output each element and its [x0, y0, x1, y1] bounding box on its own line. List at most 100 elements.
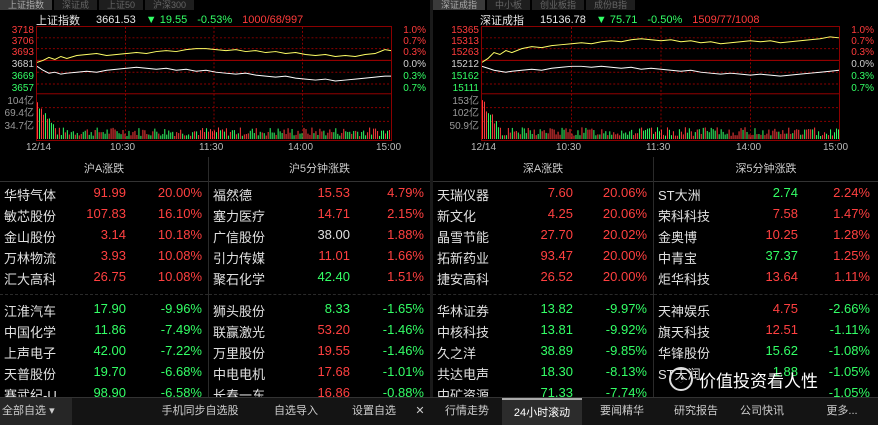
- stock-row[interactable]: 华特气体 91.99 20.00%: [0, 182, 208, 203]
- stock-row[interactable]: 华锋股份 15.62 -1.08%: [654, 340, 878, 361]
- tab-index-2[interactable]: 上证50: [99, 0, 144, 10]
- volume-bar: [363, 130, 365, 140]
- volume-bar: [373, 128, 375, 140]
- volume-bar: [188, 134, 190, 140]
- stock-row[interactable]: 联赢激光 53.20 -1.46%: [209, 319, 430, 340]
- ranking-title[interactable]: 深A涨跌: [433, 157, 653, 182]
- stock-row[interactable]: 广信股份 38.00 1.88%: [209, 224, 430, 245]
- volume-bar: [770, 135, 772, 140]
- stock-change-pct: 4.79%: [387, 185, 424, 200]
- volume-bar: [389, 130, 391, 140]
- wechat-logo-icon: ◔: [669, 367, 693, 391]
- volume-bar: [82, 131, 84, 140]
- volume-bar: [136, 134, 138, 140]
- stock-row[interactable]: 上声电子 42.00 -7.22%: [0, 340, 208, 361]
- stock-change-pct: 20.00%: [157, 185, 202, 200]
- volume-bar: [525, 133, 527, 140]
- stock-row[interactable]: 天神娱乐 4.75 -2.66%: [654, 298, 878, 319]
- tab-index-1[interactable]: 深证成: [54, 0, 98, 10]
- stock-row[interactable]: 中电电机 17.68 -1.01%: [209, 361, 430, 382]
- tab-index-0[interactable]: 深证成指: [433, 0, 486, 10]
- stock-row[interactable]: 汇大高科 26.75 10.08%: [0, 266, 208, 287]
- pct-tick: 0.7%: [851, 83, 874, 94]
- volume-bar: [385, 133, 387, 140]
- more-button[interactable]: 更多...: [810, 398, 874, 425]
- stock-change-pct: -1.11%: [829, 322, 870, 337]
- y-tick: 3657: [11, 83, 34, 94]
- tab-index-1[interactable]: 中小板: [487, 0, 531, 10]
- tab-index-3[interactable]: 成份B指: [586, 0, 636, 10]
- volume-bar: [499, 127, 501, 140]
- tab-market-trend[interactable]: 行情走势: [436, 398, 498, 425]
- volume-bar: [483, 101, 485, 140]
- stock-row[interactable]: 天普股份 19.70 -6.68%: [0, 361, 208, 382]
- tab-company-news[interactable]: 公司快讯: [730, 398, 794, 425]
- sz-index-chart-panel[interactable]: 深证成指 中小板 创业板指 成份B指 深证成指 15136.78 ▼ 75.71…: [433, 0, 878, 157]
- tab-index-2[interactable]: 创业板指: [532, 0, 585, 10]
- volume-bar: [307, 133, 309, 140]
- stock-row[interactable]: 新文化 4.25 20.06%: [433, 203, 653, 224]
- volume-bar: [503, 135, 505, 140]
- stock-row[interactable]: ST大洲 2.74 2.24%: [654, 182, 878, 203]
- tab-index-0[interactable]: 上证指数: [0, 0, 53, 10]
- stock-row[interactable]: 聚石化学 42.40 1.51%: [209, 266, 430, 287]
- tab-index-3[interactable]: 沪深300: [145, 0, 195, 10]
- volume-bar: [549, 128, 551, 140]
- stock-row[interactable]: 炬华科技 13.64 1.11%: [654, 266, 878, 287]
- tab-24h-rolling[interactable]: 24小时滚动: [502, 398, 582, 425]
- close-icon[interactable]: ✕: [410, 398, 430, 425]
- stock-row[interactable]: 狮头股份 8.33 -1.65%: [209, 298, 430, 319]
- stock-row[interactable]: 旗天科技 12.51 -1.11%: [654, 319, 878, 340]
- volume-bar: [337, 133, 339, 140]
- ranking-title[interactable]: 深5分钟涨跌: [654, 157, 878, 182]
- stock-row[interactable]: 中青宝 37.37 1.25%: [654, 245, 878, 266]
- stock-row[interactable]: 中国化学 11.86 -7.49%: [0, 319, 208, 340]
- stock-row[interactable]: 万里股份 19.55 -1.46%: [209, 340, 430, 361]
- intraday-plot[interactable]: [36, 26, 392, 141]
- stock-row[interactable]: 塞力医疗 14.71 2.15%: [209, 203, 430, 224]
- stock-row[interactable]: 捷安高科 26.52 20.00%: [433, 266, 653, 287]
- volume-bar: [814, 127, 816, 140]
- stock-row[interactable]: 晶雪节能 27.70 20.02%: [433, 224, 653, 245]
- stock-row[interactable]: 金奥博 10.25 1.28%: [654, 224, 878, 245]
- volume-bar: [766, 133, 768, 140]
- volume-tick: 104亿: [7, 96, 34, 107]
- sh-index-chart-panel[interactable]: 上证指数 深证成 上证50 沪深300 上证指数 3661.53 ▼ 19.55…: [0, 0, 430, 157]
- volume-bar: [365, 135, 367, 140]
- stock-row[interactable]: 荣科科技 7.58 1.47%: [654, 203, 878, 224]
- tab-news-highlights[interactable]: 要闻精华: [590, 398, 654, 425]
- volume-bar: [724, 134, 726, 140]
- stock-row[interactable]: 引力传媒 11.01 1.66%: [209, 245, 430, 266]
- stock-row[interactable]: 万林物流 3.93 10.08%: [0, 245, 208, 266]
- stock-row[interactable]: 中核科技 13.81 -9.92%: [433, 319, 653, 340]
- volume-bar: [639, 128, 641, 140]
- sync-watchlist-button[interactable]: 手机同步自选股: [150, 398, 250, 425]
- volume-bar: [664, 135, 666, 140]
- volume-bar: [623, 133, 625, 140]
- volume-bar: [190, 135, 192, 140]
- stock-row[interactable]: 久之洋 38.89 -9.85%: [433, 340, 653, 361]
- stock-row[interactable]: 拓新药业 93.47 20.00%: [433, 245, 653, 266]
- index-value: 3661.53: [96, 14, 136, 26]
- volume-bar: [631, 129, 633, 140]
- stock-row[interactable]: 天瑞仪器 7.60 20.06%: [433, 182, 653, 203]
- volume-bar: [383, 130, 385, 140]
- all-watchlist-button[interactable]: 全部自选 ▾: [0, 398, 72, 425]
- sh-ranking-panel: 沪A涨跌 华特气体 91.99 20.00% 敏芯股份 107.83 16.10% 金山股份 3…: [0, 157, 430, 403]
- stock-row[interactable]: 江淮汽车 17.90 -9.96%: [0, 298, 208, 319]
- ranking-title[interactable]: 沪5分钟涨跌: [209, 157, 430, 182]
- volume-bar: [74, 134, 76, 140]
- stock-row[interactable]: 金山股份 3.14 10.18%: [0, 224, 208, 245]
- ranking-title[interactable]: 沪A涨跌: [0, 157, 208, 182]
- volume-bar: [192, 132, 194, 140]
- intraday-plot[interactable]: [481, 26, 840, 141]
- time-tick: 14:00: [736, 142, 762, 153]
- stock-row[interactable]: 华林证券 13.82 -9.97%: [433, 298, 653, 319]
- tab-research-reports[interactable]: 研究报告: [664, 398, 728, 425]
- stock-row[interactable]: 共达电声 18.30 -8.13%: [433, 361, 653, 382]
- stock-row[interactable]: 福然德 15.53 4.79%: [209, 182, 430, 203]
- stock-row[interactable]: 敏芯股份 107.83 16.10%: [0, 203, 208, 224]
- volume-bar: [533, 129, 535, 140]
- import-watchlist-button[interactable]: 自选导入: [264, 398, 328, 425]
- settings-watchlist-button[interactable]: 设置自选: [342, 398, 406, 425]
